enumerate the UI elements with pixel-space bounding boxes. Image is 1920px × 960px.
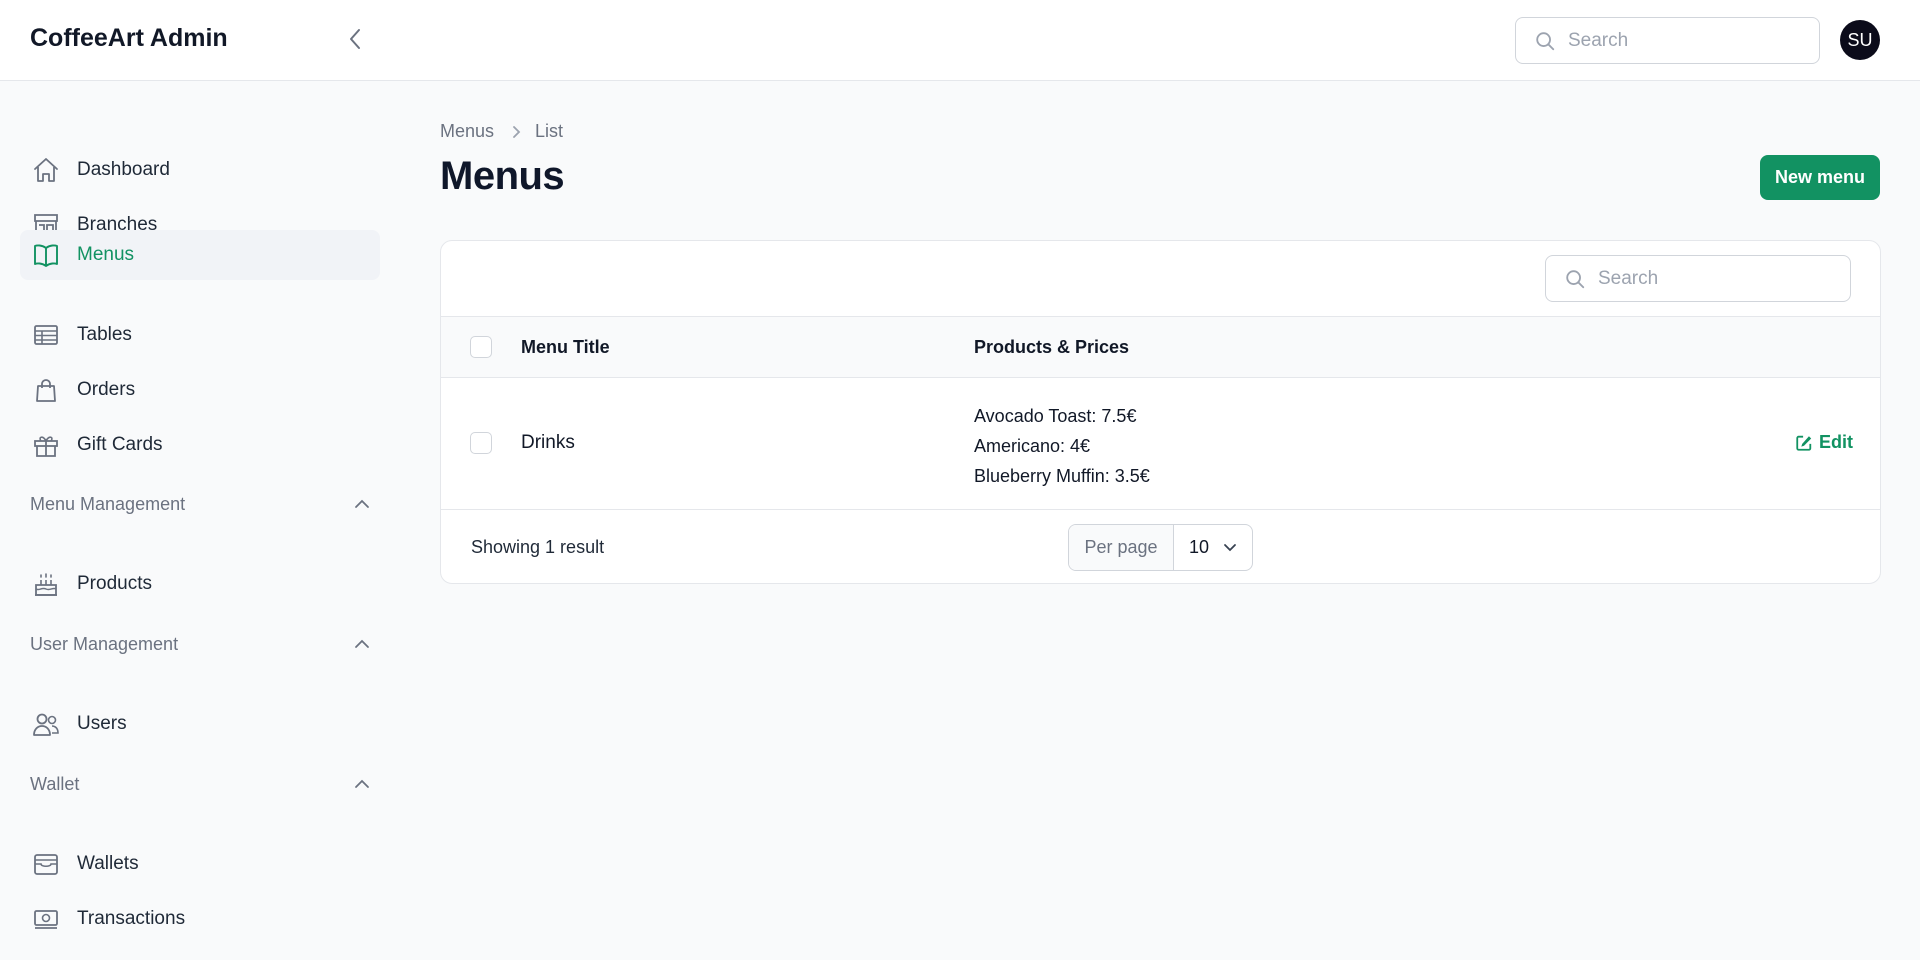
search-icon <box>1566 269 1585 288</box>
search-icon <box>1536 31 1555 50</box>
row-checkbox[interactable] <box>470 432 492 454</box>
chevron-up-icon <box>355 779 369 788</box>
banknotes-icon <box>32 905 60 933</box>
sidebar-item-products[interactable]: Products <box>20 559 380 609</box>
chevron-right-icon <box>512 125 521 139</box>
wallet-icon <box>32 850 60 878</box>
column-header-menu-title[interactable]: Menu Title <box>521 337 610 358</box>
menus-table-card: Menu Title Products & Prices Drinks Avoc… <box>440 240 1881 584</box>
products-prices-cell: Avocado Toast: 7.5€ Americano: 4€ Bluebe… <box>974 401 1150 491</box>
group-menu-management[interactable]: Menu Management <box>30 489 370 519</box>
sidebar-item-label: Wallets <box>77 853 139 874</box>
book-open-icon <box>32 241 60 269</box>
group-user-management[interactable]: User Management <box>30 629 370 659</box>
select-all-checkbox[interactable] <box>470 336 492 358</box>
app-title[interactable]: CoffeeArt Admin <box>30 24 228 53</box>
collapse-sidebar-button[interactable] <box>340 24 370 54</box>
sidebar-item-label: Orders <box>77 379 136 400</box>
page-title: Menus <box>440 154 565 198</box>
sidebar-item-label: Menus <box>77 244 135 265</box>
global-search-input[interactable] <box>1568 29 1788 52</box>
edit-label: Edit <box>1819 432 1853 452</box>
column-header-products-prices: Products & Prices <box>974 337 1130 357</box>
table-search[interactable] <box>1545 255 1851 302</box>
per-page-label: Per page <box>1069 525 1174 570</box>
table-row: Drinks Avocado Toast: 7.5€ Americano: 4€… <box>441 378 1880 510</box>
sidebar-item-menus[interactable]: Menus <box>20 230 380 280</box>
sidebar-item-users[interactable]: Users <box>20 699 380 749</box>
sidebar-item-label: Gift Cards <box>77 434 163 455</box>
group-wallet[interactable]: Wallet <box>30 769 370 799</box>
sidebar-item-label: Dashboard <box>77 159 170 180</box>
sidebar-item-transactions[interactable]: Transactions <box>20 894 380 944</box>
group-label: User Management <box>30 633 179 654</box>
group-label: Wallet <box>30 773 80 794</box>
product-price-line: Blueberry Muffin: 3.5€ <box>974 466 1150 486</box>
product-price-line: Avocado Toast: 7.5€ <box>974 406 1137 426</box>
product-price-line: Americano: 4€ <box>974 436 1091 456</box>
chevron-down-icon <box>1223 543 1237 552</box>
sidebar-item-label: Products <box>77 573 152 594</box>
chevron-up-icon <box>355 639 369 648</box>
sidebar-item-orders[interactable]: Orders <box>20 365 380 415</box>
sidebar-item-label: Transactions <box>77 908 186 929</box>
table-footer: Showing 1 result Per page 10 <box>441 510 1880 583</box>
chevron-up-icon <box>355 499 369 508</box>
sidebar-item-dashboard[interactable]: Dashboard <box>20 145 380 195</box>
edit-button[interactable]: Edit <box>1795 432 1853 453</box>
top-bar: CoffeeArt Admin SU <box>0 0 1920 81</box>
home-icon <box>32 156 60 184</box>
menu-title-cell: Drinks <box>521 432 575 453</box>
results-count: Showing 1 result <box>471 537 605 557</box>
user-avatar[interactable]: SU <box>1840 20 1880 60</box>
sidebar-item-label: Tables <box>77 324 132 345</box>
breadcrumb: Menus List <box>440 121 563 142</box>
per-page-dropdown[interactable]: 10 <box>1174 525 1252 570</box>
per-page-value: 10 <box>1189 537 1210 557</box>
per-page-select[interactable]: Per page 10 <box>1068 524 1253 571</box>
table-header: Menu Title Products & Prices <box>441 316 1880 378</box>
shopping-bag-icon <box>32 376 60 404</box>
table-icon <box>32 321 60 349</box>
cake-icon <box>32 570 60 598</box>
pencil-square-icon <box>1796 435 1812 451</box>
breadcrumb-current: List <box>535 121 564 141</box>
sidebar-item-tables[interactable]: Tables <box>20 310 380 360</box>
sidebar-item-wallets[interactable]: Wallets <box>20 839 380 889</box>
sidebar: Dashboard Branches Menus Tables Orders G… <box>0 81 400 960</box>
users-icon <box>32 710 60 738</box>
sidebar-item-label: Users <box>77 713 127 734</box>
group-label: Menu Management <box>30 493 186 514</box>
breadcrumb-menus-link[interactable]: Menus <box>440 121 494 142</box>
global-search[interactable] <box>1515 17 1820 64</box>
chevron-left-icon <box>350 29 360 49</box>
table-search-input[interactable] <box>1598 267 1818 290</box>
gift-icon <box>32 431 60 459</box>
sidebar-item-gift-cards[interactable]: Gift Cards <box>20 420 380 470</box>
new-menu-button[interactable]: New menu <box>1760 155 1880 200</box>
